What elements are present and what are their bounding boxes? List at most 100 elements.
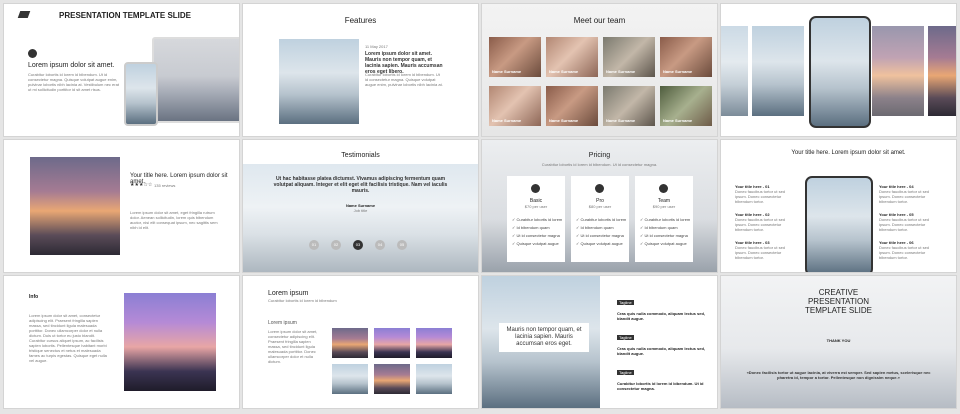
plan-icon [531,184,540,193]
slide-3[interactable]: Meet our team Name Surname Name Surname … [482,4,717,136]
feature-item: Your title here - 04 Donec faucibus torto… [879,184,930,204]
pagination-dots: 01 02 03 04 05 [309,240,407,250]
tagline-item: Tagline Cras quis nulla commodo, aliquam … [617,335,706,356]
slide-title: Info [29,294,39,300]
quote-box: Mauris non tempor quam, et lacinia sapie… [499,323,589,352]
date-label: 11 May 2017 [365,44,388,49]
slide-9[interactable]: Info Lorem ipsum dolor sit amet, consect… [4,276,239,408]
slide-title: Features [344,16,377,25]
thumbnail-image [374,328,410,358]
gallery-image [928,26,956,116]
slide-title: Testimonials [341,152,380,159]
plan-icon [659,184,668,193]
reviews-count: 135 reviews [154,183,176,188]
slide-title: CREATIVE PRESENTATION TEMPLATE SLIDE [805,288,872,315]
phone-mockup [124,62,158,126]
team-photo: Name Surname [660,86,712,126]
slide-2[interactable]: Features 11 May 2017 Lorem ipsum dolor s… [243,4,478,136]
laptop-mockup [152,37,239,123]
sunset-image [124,293,216,391]
logo-icon [17,11,31,18]
member-name: Name Surname [606,69,636,74]
slide-10[interactable]: Lorem ipsum Curabitur lobortis id lorem … [243,276,478,408]
thumbnail-image [416,364,452,394]
slide-body: Lorem ipsum dolor sit amet, consectetur … [29,313,107,363]
feature-list: ✓ Curabitur lobortis id lorem ✓ Id bibend… [512,217,563,246]
feature-image [279,39,359,124]
pagination-dot-active[interactable]: 03 [353,240,363,250]
feature-item: Your title here - 05 Donec faucibus torto… [879,212,930,232]
slide-7[interactable]: Pricing Curabitur lobortis id lorem id b… [482,140,717,272]
thank-you-label: THANK YOU [826,338,851,343]
slide-title: Pricing [588,152,611,159]
plan-price: $90 per user [652,204,676,209]
team-photo: Name Surname [603,86,655,126]
team-photo: Name Surname [489,37,541,77]
pricing-card[interactable]: Basic $70 per user ✓ Curabitur lobortis … [507,176,565,262]
slide-body: Lorem ipsum dolor sit amet, consectetur … [268,329,318,364]
feature-item: Your title here - 02 Donec faucibus torto… [735,212,786,232]
team-photo: Name Surname [660,37,712,77]
pagination-dot[interactable]: 04 [375,240,385,250]
slide-1[interactable]: PRESENTATION TEMPLATE SLIDE Lorem ipsum … [4,4,239,136]
phone-mockup [809,16,871,128]
feature-item: Your title here - 03 Donec faucibus torto… [735,240,786,260]
member-name: Name Surname [663,118,693,123]
plan-price: $70 per user [524,204,548,209]
feature-list: ✓ Curabitur lobortis id lorem ✓ Id bibend… [576,217,627,246]
team-photo: Name Surname [603,37,655,77]
member-name: Name Surname [492,118,522,123]
feature-body: Curabitur lobortis id lorem id bibendum.… [365,72,443,87]
member-name: Name Surname [606,118,636,123]
tagline-item: Tagline Cras quis nulla commodo, aliquam … [617,300,706,321]
slide-8[interactable]: Your title here. Lorem ipsum dolor sit a… [721,140,956,272]
thumbnail-image [332,328,368,358]
feature-item: Your title here - 06 Donec faucibus torto… [879,240,930,260]
slide-12[interactable]: CREATIVE PRESENTATION TEMPLATE SLIDE THA… [721,276,956,408]
thumbnail-image [416,328,452,358]
slide-6[interactable]: Testimonials Ut hac habitasse platea dic… [243,140,478,272]
feature-item: Your title here - 01 Donec faucibus torto… [735,184,786,204]
gallery-image [872,26,924,116]
slide-grid: PRESENTATION TEMPLATE SLIDE Lorem ipsum … [4,4,956,408]
slide-body: Lorem ipsum dolor sit amet, eget fringil… [130,210,218,230]
tagline-item: Tagline Curabitur lobortis id lorem id bi… [617,370,704,391]
rating-stars: ★★★☆☆ [130,182,153,188]
pricing-card[interactable]: Team $90 per user ✓ Curabitur lobortis i… [635,176,693,262]
slide-5[interactable]: Your title here. Lorem ipsum dolor sit a… [4,140,239,272]
pagination-dot[interactable]: 02 [331,240,341,250]
slide-title: Meet our team [573,16,626,25]
plan-icon [595,184,604,193]
member-name: Name Surname [492,69,522,74]
pricing-card[interactable]: Pro $80 per user ✓ Curabitur lobortis id… [571,176,629,262]
team-photo: Name Surname [546,86,598,126]
closing-quote: «Donec facilisis tortor ut augue lacinia… [746,370,931,380]
slide-heading: Your title here. Lorem ipsum dolor sit a… [791,150,906,156]
member-name: Name Surname [549,118,579,123]
slide-title: PRESENTATION TEMPLATE SLIDE [59,11,192,20]
mountain-image [30,157,120,255]
team-photo: Name Surname [546,37,598,77]
slide-title: Lorem ipsum [268,290,309,297]
slide-heading: Lorem ipsum dolor sit amet. [28,62,115,69]
slide-4[interactable] [721,4,956,136]
gallery-image [752,26,804,116]
author-role: Job title [353,208,368,213]
pagination-dot[interactable]: 01 [309,240,319,250]
phone-mockup [805,176,873,272]
plan-price: $80 per user [588,204,612,209]
slide-body: Curabitur lobortis id lorem id bibendum.… [28,72,119,92]
gallery-image [721,26,748,116]
slide-subtitle: Curabitur lobortis id lorem id bibendum.… [541,162,658,167]
team-photo: Name Surname [489,86,541,126]
member-name: Name Surname [663,69,693,74]
thumbnail-image [374,364,410,394]
slide-subtitle: Curabitur lobortis id lorem id bibendum [268,298,337,303]
member-name: Name Surname [549,69,579,74]
slide-11[interactable]: Mauris non tempor quam, et lacinia sapie… [482,276,717,408]
pagination-dot[interactable]: 05 [397,240,407,250]
testimonial-quote: Ut hac habitasse platea dictumst. Vivamu… [273,176,448,194]
logo-icon [28,49,37,58]
thumbnail-image [332,364,368,394]
feature-list: ✓ Curabitur lobortis id lorem ✓ Id bibend… [640,217,691,246]
